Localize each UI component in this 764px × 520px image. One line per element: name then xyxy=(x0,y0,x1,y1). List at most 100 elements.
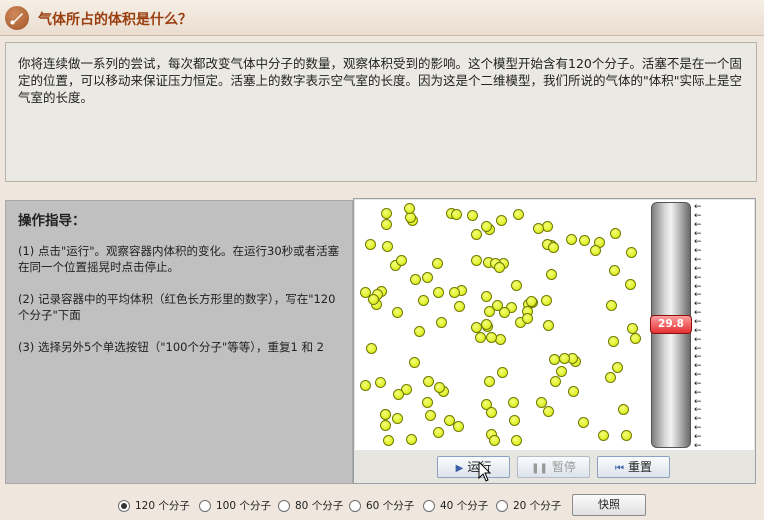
molecule xyxy=(579,234,591,246)
molecule xyxy=(546,268,558,280)
molecule xyxy=(383,434,395,446)
molecule xyxy=(525,295,537,307)
radio-20[interactable]: 20 个分子 xyxy=(496,498,561,513)
molecule xyxy=(497,367,509,379)
molecule xyxy=(625,247,637,259)
radio-label: 100 个分子 xyxy=(216,500,271,512)
molecule xyxy=(532,223,544,235)
molecule xyxy=(380,207,392,219)
title-bar: 气体所占的体积是什么？ xyxy=(0,0,764,36)
radio-80[interactable]: 80 个分子 xyxy=(278,498,343,513)
snapshot-button[interactable]: 快照 xyxy=(572,494,646,516)
molecule xyxy=(391,306,403,318)
molecule xyxy=(423,376,435,388)
radio-dot xyxy=(496,500,508,512)
molecule xyxy=(360,379,372,391)
molecule xyxy=(620,429,632,441)
radio-label: 80 个分子 xyxy=(295,500,344,512)
molecule xyxy=(366,343,378,355)
play-icon: ▶ xyxy=(455,463,464,474)
molecule xyxy=(422,397,434,409)
mouse-cursor-icon xyxy=(478,461,492,482)
molecule xyxy=(608,336,620,347)
molecule xyxy=(493,261,505,273)
molecule xyxy=(495,334,507,346)
molecule xyxy=(470,322,482,334)
molecule xyxy=(367,294,379,306)
molecule xyxy=(498,306,510,318)
molecule xyxy=(535,397,547,409)
molecule xyxy=(448,286,460,298)
molecule xyxy=(542,406,554,418)
molecule xyxy=(540,294,552,306)
pause-button[interactable]: ❚❚ 暂停 xyxy=(517,456,590,478)
molecule xyxy=(522,312,534,324)
molecule xyxy=(630,332,642,344)
piston-length-gauge: 29.8 xyxy=(650,315,692,334)
radio-dot xyxy=(349,500,361,512)
radio-dot xyxy=(423,500,435,512)
molecule xyxy=(543,319,555,331)
molecule xyxy=(548,354,560,366)
radio-label: 60 个分子 xyxy=(366,500,415,512)
pause-label: 暂停 xyxy=(551,460,576,474)
molecule xyxy=(481,220,493,232)
molecule xyxy=(610,227,622,239)
radio-label: 20 个分子 xyxy=(513,500,562,512)
molecule xyxy=(393,388,405,400)
molecule xyxy=(410,274,422,286)
molecule xyxy=(558,352,570,364)
molecule xyxy=(422,272,434,284)
instructions-panel: 操作指导： (1) 点击"运行"。观察容器内体积的变化。在运行30秒或者活塞在同… xyxy=(5,200,353,484)
molecule xyxy=(433,287,445,299)
instructions-heading: 操作指导： xyxy=(18,213,86,229)
run-button[interactable]: ▶运行 xyxy=(437,456,510,478)
molecule xyxy=(508,397,520,409)
radio-60[interactable]: 60 个分子 xyxy=(349,498,414,513)
molecule xyxy=(374,376,386,388)
radio-100[interactable]: 100 个分子 xyxy=(199,498,271,513)
radio-40[interactable]: 40 个分子 xyxy=(423,498,488,513)
molecule xyxy=(379,409,391,421)
molecule xyxy=(380,419,392,431)
molecule xyxy=(454,300,466,312)
page-title: 气体所占的体积是什么？ xyxy=(38,12,192,28)
molecule xyxy=(568,386,580,398)
pressure-arrows: ← ← ← ← ← ← ← ← ← ← ← ← ← ← ← ← ← ← ← ← ← ← ← ← ← ← ← ← xyxy=(694,203,708,451)
arrow-left-icon: ← xyxy=(694,440,702,451)
molecule xyxy=(605,371,617,383)
reset-button[interactable]: ⏮ 重置 xyxy=(597,456,670,478)
radio-120[interactable]: 120 个分子 xyxy=(118,498,190,513)
molecule xyxy=(467,210,479,222)
molecule xyxy=(481,291,493,303)
radio-dot xyxy=(278,500,290,512)
molecule xyxy=(566,233,578,245)
intro-text: 你将连续做一系列的尝试，每次都改变气体中分子的数量，观察体积受到的影响。这个模型… xyxy=(5,42,757,182)
molecule xyxy=(381,219,393,230)
molecule xyxy=(488,434,500,446)
molecule xyxy=(424,409,436,421)
pause-icon: ❚❚ xyxy=(531,463,548,474)
molecule xyxy=(496,215,508,227)
molecule xyxy=(625,279,637,291)
molecule xyxy=(475,331,487,343)
molecule xyxy=(555,366,567,378)
molecule xyxy=(431,258,443,270)
molecule xyxy=(480,319,492,330)
molecule xyxy=(432,426,444,438)
molecule xyxy=(617,404,629,416)
molecule xyxy=(381,241,393,253)
molecule xyxy=(405,433,417,445)
molecule xyxy=(450,209,462,221)
molecule xyxy=(418,295,430,307)
molecule xyxy=(364,239,376,251)
molecule xyxy=(470,228,482,240)
brush-icon xyxy=(5,6,29,30)
molecule xyxy=(578,417,590,429)
molecule xyxy=(590,244,602,256)
molecule xyxy=(485,407,497,419)
molecule xyxy=(436,317,448,329)
molecule xyxy=(598,429,610,441)
molecule xyxy=(513,208,525,220)
molecule xyxy=(542,220,554,232)
